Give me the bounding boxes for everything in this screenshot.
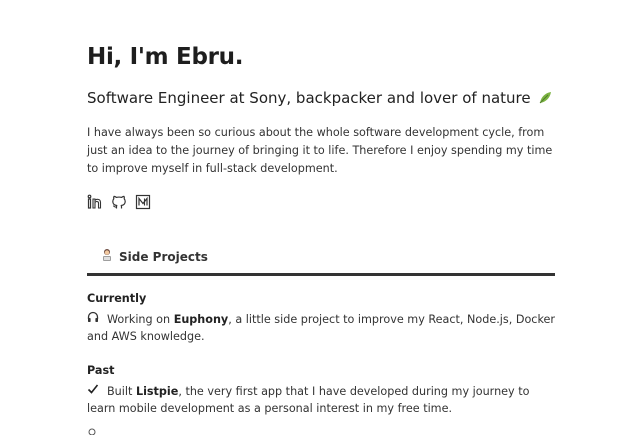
subtitle: Software Engineer at Sony, backpacker an…: [87, 89, 552, 109]
project-euphony-link[interactable]: Euphony: [174, 313, 229, 326]
tab-side-projects[interactable]: Side Projects: [100, 248, 208, 265]
currently-prefix: Working on: [107, 313, 174, 326]
past-prefix: Built: [107, 385, 136, 398]
past-entry: Built Listpie, the very first app that I…: [87, 383, 557, 417]
social-links: [87, 194, 151, 210]
headphones-icon: [87, 311, 101, 328]
checkmark-icon: [87, 383, 101, 400]
page-title: Hi, I'm Ebru.: [87, 44, 244, 70]
currently-entry: Working on Euphony, a little side projec…: [87, 311, 557, 345]
next-item-icon: [87, 420, 97, 436]
page: Hi, I'm Ebru. Software Engineer at Sony,…: [0, 0, 640, 436]
person-laptop-icon: [100, 248, 114, 265]
section-past-heading: Past: [87, 364, 115, 377]
medium-icon[interactable]: [135, 194, 151, 210]
section-currently-heading: Currently: [87, 292, 147, 305]
leaf-icon: [538, 91, 552, 109]
bio-paragraph: I have always been so curious about the …: [87, 126, 553, 175]
subtitle-text: Software Engineer at Sony, backpacker an…: [87, 89, 531, 107]
linkedin-icon[interactable]: [87, 194, 103, 210]
tab-underline: [87, 273, 555, 276]
project-listpie-link[interactable]: Listpie: [136, 385, 178, 398]
tab-label: Side Projects: [119, 249, 208, 264]
github-icon[interactable]: [111, 194, 127, 210]
